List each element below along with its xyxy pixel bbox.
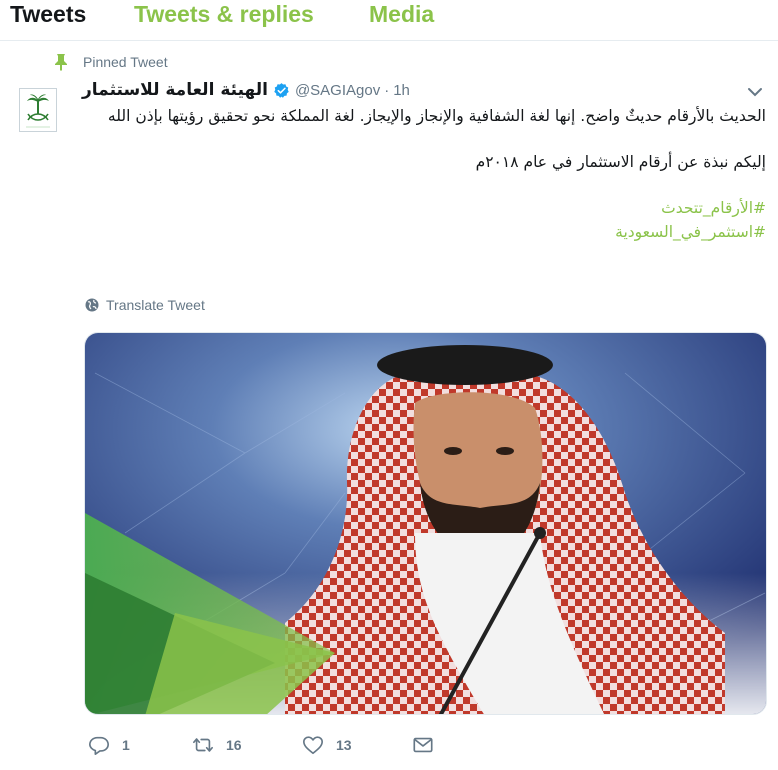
tab-media[interactable]: Media <box>369 0 434 28</box>
hashtag-link[interactable]: #استثمر_في_السعودية <box>82 220 766 244</box>
tweet-media-video[interactable] <box>84 332 767 715</box>
pin-icon <box>55 54 67 71</box>
tab-tweets[interactable]: Tweets <box>10 0 86 28</box>
pinned-tweet-label: Pinned Tweet <box>83 54 168 70</box>
display-name[interactable]: الهيئة العامة للاستثمار <box>82 80 268 100</box>
envelope-icon <box>413 737 433 753</box>
tweet-text: الحديث بالأرقام حديثٌ واضح. إنها لغة الش… <box>82 104 766 244</box>
retweet-count: 16 <box>226 737 242 753</box>
translate-tweet-label: Translate Tweet <box>106 297 205 313</box>
reply-count: 1 <box>122 737 130 753</box>
tweet-header: الهيئة العامة للاستثمار @SAGIAgov · 1h <box>82 78 410 102</box>
tweet-paragraph-1: الحديث بالأرقام حديثٌ واضح. إنها لغة الش… <box>107 107 766 125</box>
tweet-paragraph-2: إليكم نبذة عن أرقام الاستثمار في عام ٢٠١… <box>475 153 766 171</box>
hashtag-link[interactable]: #الأرقام_تتحدث <box>82 196 766 220</box>
retweet-button[interactable]: 16 <box>192 734 242 756</box>
saudi-emblem-icon <box>26 94 50 128</box>
like-button[interactable]: 13 <box>302 734 352 756</box>
profile-tabs: Tweets Tweets & replies Media <box>0 0 778 41</box>
globe-icon <box>85 298 99 312</box>
tab-tweets-and-replies[interactable]: Tweets & replies <box>134 0 314 28</box>
separator-dot: · <box>384 81 390 99</box>
reply-button[interactable]: 1 <box>88 734 130 756</box>
retweet-icon <box>193 738 213 752</box>
avatar[interactable] <box>19 88 57 132</box>
reply-icon <box>89 736 109 755</box>
chevron-down-icon[interactable] <box>747 86 763 98</box>
verified-badge-icon <box>274 82 289 98</box>
pinned-tweet-indicator: Pinned Tweet <box>53 52 168 72</box>
like-count: 13 <box>336 737 352 753</box>
tweet-timestamp[interactable]: 1h <box>393 82 410 99</box>
heart-icon <box>303 736 323 755</box>
translate-tweet-link[interactable]: Translate Tweet <box>85 297 205 313</box>
video-thumbnail <box>85 333 766 714</box>
direct-message-button[interactable] <box>412 734 434 756</box>
user-handle[interactable]: @SAGIAgov <box>295 82 380 99</box>
